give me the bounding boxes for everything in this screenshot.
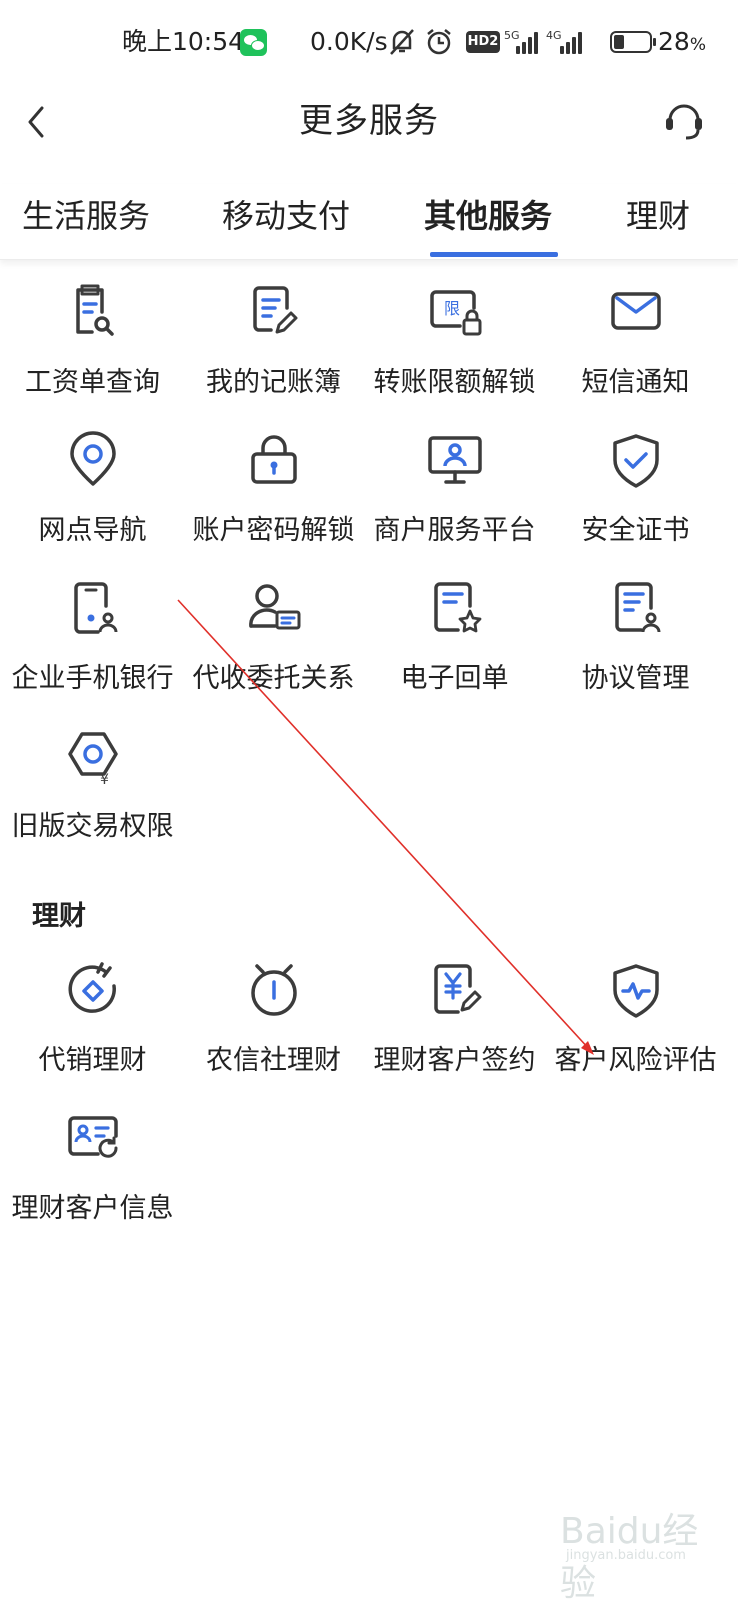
service-client-risk-assessment[interactable]: 客户风险评估 xyxy=(543,960,728,1110)
hd-badge: HD2 xyxy=(466,31,500,53)
yuan-sign-icon xyxy=(434,964,482,1014)
alarm-icon xyxy=(427,29,451,55)
shield-check-icon xyxy=(613,434,659,488)
tab-mobile-payment[interactable]: 移动支付 xyxy=(222,192,350,240)
agency-finance-icon xyxy=(68,962,116,1013)
svg-text:¥: ¥ xyxy=(100,772,109,788)
id-card-refresh-icon xyxy=(68,1116,118,1158)
transfer-limit-unlock-icon: 限 xyxy=(430,290,482,336)
service-label: 转账限额解锁 xyxy=(373,367,536,398)
baidu-watermark: Baidu经验 jingyan.baidu.com xyxy=(560,1496,710,1600)
service-rural-credit-finance[interactable]: 农信社理财 xyxy=(181,960,366,1110)
service-legacy-transaction-permission[interactable]: ¥ 旧版交易权限 xyxy=(0,726,185,876)
category-tabs: 生活服务 移动支付 其他服务 理财 xyxy=(0,184,738,260)
shield-pulse-icon xyxy=(613,964,659,1018)
ledger-edit-icon xyxy=(253,286,298,334)
service-label: 客户风险评估 xyxy=(554,1045,717,1076)
service-label: 网点导航 xyxy=(38,515,147,546)
service-account-password-unlock[interactable]: 账户密码解锁 xyxy=(181,430,366,580)
signal-4g-icon xyxy=(560,30,588,54)
service-electronic-receipt[interactable]: 电子回单 xyxy=(362,578,547,728)
location-pin-icon xyxy=(70,431,116,486)
service-label: 商户服务平台 xyxy=(373,515,536,546)
mute-bell-icon xyxy=(390,29,414,55)
svg-text:限: 限 xyxy=(444,299,460,318)
battery-icon xyxy=(610,31,656,53)
service-enterprise-mobile-banking[interactable]: 企业手机银行 xyxy=(0,578,185,728)
battery-percent: 28% xyxy=(658,27,706,56)
service-agreement-management[interactable]: 协议管理 xyxy=(543,578,728,728)
service-my-ledger[interactable]: 我的记账簿 xyxy=(181,282,366,432)
agreement-user-icon xyxy=(615,582,661,633)
tab-life-services[interactable]: 生活服务 xyxy=(22,192,150,240)
customer-service-headset-icon[interactable] xyxy=(662,96,706,144)
hexagon-yuan-icon: ¥ xyxy=(68,732,118,788)
service-label: 农信社理财 xyxy=(206,1045,341,1076)
user-card-icon xyxy=(249,584,301,630)
status-net-speed: 0.0K/s xyxy=(310,27,388,56)
envelope-icon xyxy=(611,292,661,330)
status-time: 晚上10:54 xyxy=(122,27,245,56)
service-merchant-platform[interactable]: 商户服务平台 xyxy=(362,430,547,580)
service-security-certificate[interactable]: 安全证书 xyxy=(543,430,728,580)
service-label: 旧版交易权限 xyxy=(11,811,174,842)
service-label: 我的记账簿 xyxy=(206,367,341,398)
service-label: 安全证书 xyxy=(581,515,690,546)
service-transfer-limit-unlock[interactable]: 限 转账限额解锁 xyxy=(362,282,547,432)
alarm-clock-icon xyxy=(251,964,297,1016)
padlock-icon xyxy=(251,435,297,484)
service-finance-client-signing[interactable]: 理财客户签约 xyxy=(362,960,547,1110)
signal-5g-icon xyxy=(516,30,544,54)
app-header: 更多服务 xyxy=(0,84,738,184)
service-payslip-query[interactable]: 工资单查询 xyxy=(0,282,185,432)
service-sms-notification[interactable]: 短信通知 xyxy=(543,282,728,432)
service-label: 账户密码解锁 xyxy=(192,515,355,546)
receipt-star-icon xyxy=(434,582,482,633)
service-finance-client-info[interactable]: 理财客户信息 xyxy=(0,1108,185,1258)
status-bar: 晚上10:54 0.0K/s HD2 5G 4G 28% xyxy=(0,0,738,84)
service-label: 协议管理 xyxy=(581,663,690,694)
service-label: 电子回单 xyxy=(400,663,509,694)
service-label: 代收委托关系 xyxy=(192,663,355,694)
watermark-url: jingyan.baidu.com xyxy=(566,1548,686,1563)
service-label: 代销理财 xyxy=(38,1045,147,1076)
service-agency-finance[interactable]: 代销理财 xyxy=(0,960,185,1110)
service-label: 理财客户签约 xyxy=(373,1045,536,1076)
service-label: 工资单查询 xyxy=(25,367,160,398)
active-tab-indicator xyxy=(430,252,558,257)
service-label: 企业手机银行 xyxy=(11,663,174,694)
page-title: 更多服务 xyxy=(299,101,439,141)
service-label: 短信通知 xyxy=(581,367,690,398)
payslip-search-icon xyxy=(76,284,114,336)
merchant-monitor-icon xyxy=(428,436,482,484)
tab-other-services[interactable]: 其他服务 xyxy=(424,192,552,240)
finance-section-title: 理财 xyxy=(32,901,86,932)
service-collection-entrustment[interactable]: 代收委托关系 xyxy=(181,578,366,728)
wechat-notification-icon xyxy=(240,29,267,56)
service-branch-navigation[interactable]: 网点导航 xyxy=(0,430,185,580)
tab-finance[interactable]: 理财 xyxy=(626,192,690,240)
service-label: 理财客户信息 xyxy=(11,1193,174,1224)
mobile-user-icon xyxy=(74,582,118,634)
